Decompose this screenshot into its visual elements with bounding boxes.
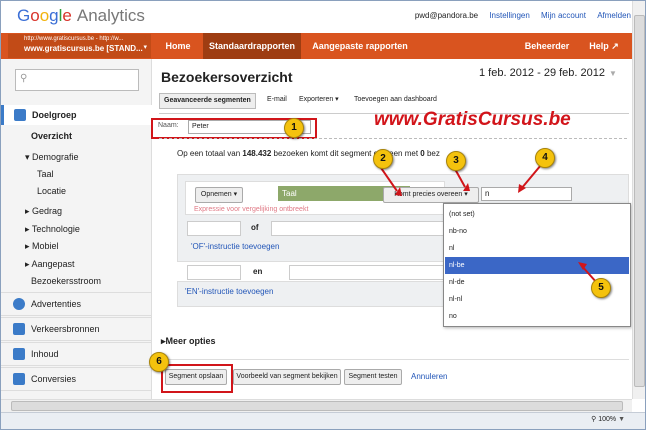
callout-arrow: [454, 168, 466, 188]
zoom-text: 100%: [598, 416, 617, 423]
scroll-thumb[interactable]: [11, 401, 623, 411]
zoom-level[interactable]: ⚲ 100% ▼: [591, 415, 625, 423]
callout-badge-3: 3: [446, 151, 466, 171]
callout-arrows: [378, 164, 598, 284]
callout-badge-6: 6: [149, 352, 169, 372]
callout-badge-5: 5: [591, 278, 611, 298]
scroll-thumb[interactable]: [634, 15, 645, 387]
browser-window: Google Analytics pwd@pandora.be Instellin…: [0, 0, 646, 430]
callout-badge-2: 2: [373, 149, 393, 169]
callout-arrow: [520, 164, 542, 190]
callout-badge-1: 1: [284, 118, 304, 138]
status-bar: [1, 412, 645, 429]
chevron-down-icon: ▼: [618, 416, 625, 423]
callout-badge-4: 4: [535, 148, 555, 168]
